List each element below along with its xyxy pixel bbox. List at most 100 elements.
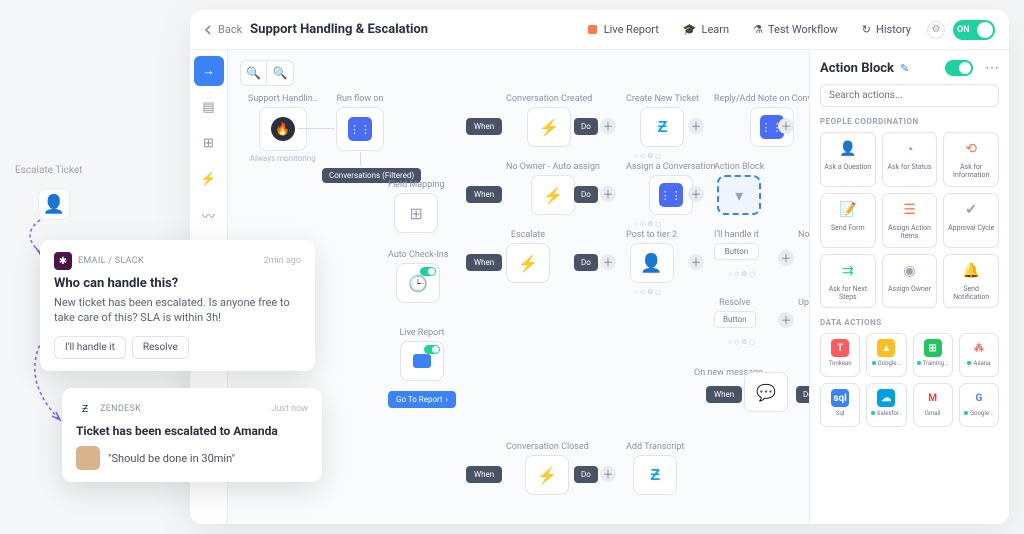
chevron-down-icon: ▾ [735,186,743,205]
search-actions-input[interactable] [820,84,999,107]
rail-grid[interactable]: ⊞ [194,128,224,158]
go-to-report-button[interactable]: Go To Report › [388,391,456,408]
add-action-2[interactable]: ＋ [688,118,704,134]
people-actions-grid: 👤Ask a Question ◔Ask for Status ⟲Ask for… [820,132,999,308]
auto-checkins-node[interactable]: 🕒 [396,263,440,303]
rail-flow[interactable]: → [194,56,224,86]
intercom-icon-3: ⋮⋮ [659,183,683,207]
assign-conv-node[interactable]: ⋮⋮ [649,175,693,215]
gmail-card[interactable]: MGmail [913,383,953,427]
trigger-node[interactable]: 🔥 [259,107,307,151]
add-action-9[interactable]: ＋ [778,312,794,328]
notif1-body: New ticket has been escalated. Is anyone… [54,295,301,326]
training-card[interactable]: ⊞Training .. [913,333,953,377]
send-form-card[interactable]: 📝Send Form [820,193,876,248]
zoom-controls: 🔍 🔍 [240,60,294,86]
checkin-toggle[interactable] [420,267,436,276]
do-chip-3[interactable]: Do [574,254,598,271]
rail-data[interactable]: ▤ [194,92,224,122]
bell-icon: 🔔 [961,261,981,281]
when-chip-5[interactable]: When [706,386,742,403]
conv-closed-node[interactable]: ⚡ [525,455,569,495]
gmail-icon: M [924,389,942,407]
live-report-node[interactable] [400,341,444,381]
add-action-7[interactable]: ＋ [688,254,704,270]
no-owner-node[interactable]: ⚡ [531,175,575,215]
asana-card[interactable]: ⁂Asana [959,333,999,377]
back-button[interactable]: Back [204,23,242,36]
tonkean-card[interactable]: TTonkean [820,333,860,377]
ill-handle-button-node[interactable]: Button [714,243,759,260]
post-tier2-label: Post to tier 2 [626,230,677,240]
next-steps-card[interactable]: ⇉Ask for Next Steps [820,254,876,309]
action-block-placeholder[interactable]: ▾ [717,175,761,215]
field-mapping-node[interactable]: ⊞ [394,193,438,233]
add-transcript-node[interactable]: Ƶ [633,455,677,495]
gdrive-card[interactable]: ▲Google .. [866,333,906,377]
live-report-button[interactable]: Live Report [579,18,667,41]
do-chip-1[interactable]: Do [574,118,598,135]
notif2-source: ZENDESK [100,404,141,414]
gdrive-icon: ▲ [877,339,895,357]
learn-button[interactable]: 🎓Learn [675,18,737,41]
assign-items-card[interactable]: ☰Assign Action Items [882,193,938,248]
send-notif-card[interactable]: 🔔Send Notification [943,254,999,309]
when-chip-1[interactable]: When [466,118,502,135]
report-icon [413,354,431,368]
resolve-label: Resolve [714,298,756,308]
rail-activity[interactable]: 〰 [194,200,224,230]
when-chip-2[interactable]: When [466,186,502,203]
panel-title: Action Block [820,61,894,76]
do-chip-2[interactable]: Do [574,186,598,203]
conv-created-node[interactable]: ⚡ [527,107,571,147]
zoom-in-button[interactable]: 🔍 [241,61,267,85]
salesforce-card[interactable]: ☁Salesfor.. [866,383,906,427]
escalate-ticket-tag: Escalate Ticket [15,165,82,176]
post-tier2-node[interactable]: 👤 [630,243,674,283]
slack-icon: ✱ [54,252,72,270]
runflow-node[interactable]: ⋮⋮ [336,107,384,151]
settings-icon[interactable]: ⚙ [927,21,945,39]
add-action-4[interactable]: ＋ [600,186,616,202]
escalate-node[interactable]: ⚡ [506,243,550,283]
more-icon[interactable]: ⋯ [985,60,999,76]
conv-created-label: Conversation Created [506,94,592,104]
add-transcript-label: Add Transcript [626,442,684,452]
notif-handle-button[interactable]: I'll handle it [54,336,126,359]
resolve-button-node[interactable]: Button [714,311,756,328]
google2-card[interactable]: GGoogle .. [959,383,999,427]
new-msg-node[interactable]: 💬 [744,372,788,412]
add-action-6[interactable]: ＋ [600,254,616,270]
history-button[interactable]: ↻History [854,18,919,41]
action-block-panel: Action Block ✎ ⋯ PEOPLE COORDINATION 👤As… [809,50,1009,524]
add-action-5[interactable]: ＋ [688,186,704,202]
workflow-on-toggle[interactable]: ON [953,20,995,40]
when-chip-4[interactable]: When [466,466,502,483]
report-toggle[interactable] [424,345,440,354]
add-action-8[interactable]: ＋ [778,250,794,266]
sql-card[interactable]: sqlSql [820,383,860,427]
rail-bolt[interactable]: ⚡ [194,164,224,194]
ask-info-card[interactable]: ⟲Ask for Information [943,132,999,187]
approval-card[interactable]: ✔Approval Cycle [943,193,999,248]
zoom-out-button[interactable]: 🔍 [267,61,293,85]
do-chip-4[interactable]: Do [574,466,598,483]
do-chip-5[interactable]: Do [796,386,809,403]
bolt-icon: ⚡ [518,254,538,273]
create-ticket-node[interactable]: Ƶ [640,107,684,147]
assign-owner-card[interactable]: ◉Assign Owner [882,254,938,309]
ask-question-card[interactable]: 👤Ask a Question [820,132,876,187]
intercom-icon: ⋮⋮ [348,117,372,141]
gauge-icon: ◔ [899,139,919,159]
edit-icon[interactable]: ✎ [900,62,909,75]
when-chip-3[interactable]: When [466,254,502,271]
panel-toggle[interactable] [945,60,973,76]
notif-resolve-button[interactable]: Resolve [132,336,189,359]
notif1-source: EMAIL / SLACK [78,256,144,266]
add-action-10[interactable]: ＋ [600,466,616,482]
auto-checkins-label: Auto Check-Ins [388,250,448,260]
add-action-1[interactable]: ＋ [600,118,616,134]
add-action-3[interactable]: ＋ [778,118,794,134]
ask-status-card[interactable]: ◔Ask for Status [882,132,938,187]
test-workflow-button[interactable]: ⚗Test Workflow [745,18,846,41]
